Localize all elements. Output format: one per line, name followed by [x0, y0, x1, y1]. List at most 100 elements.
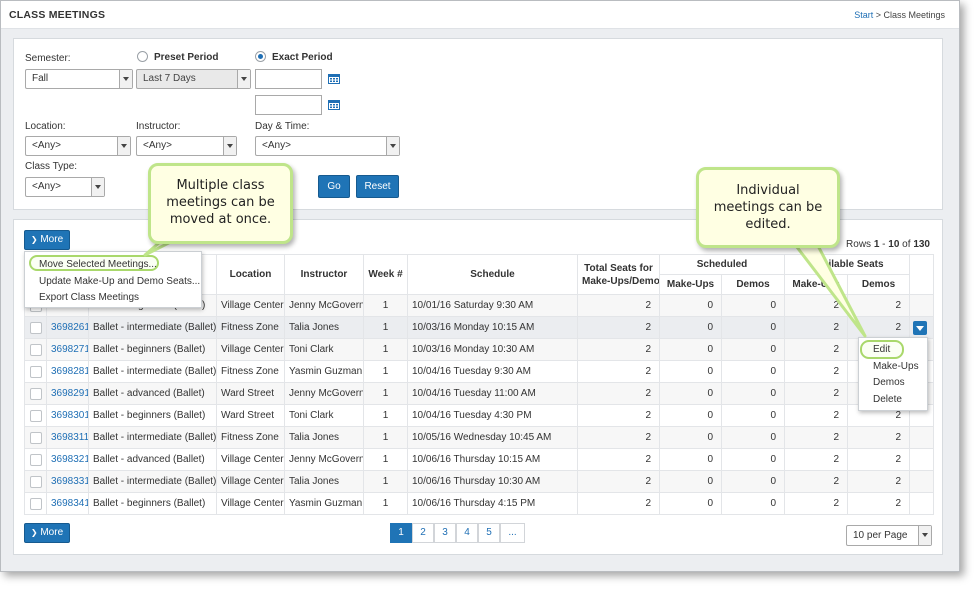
menu-delete[interactable]: Delete: [873, 394, 902, 405]
col-week[interactable]: Week #: [363, 254, 408, 295]
table-row[interactable]: 3698321 Ballet - advanced (Ballet) Village…: [24, 448, 935, 471]
start-date-input[interactable]: [255, 69, 322, 89]
instructor-cell: Talia Jones: [284, 470, 364, 493]
col-available-demos[interactable]: Demos: [847, 274, 911, 295]
menu-update-seats[interactable]: Update Make-Up and Demo Seats...: [39, 276, 200, 287]
col-schedule[interactable]: Schedule: [407, 254, 578, 295]
class-name-cell: Ballet - beginners (Ballet): [88, 492, 217, 515]
row-checkbox[interactable]: [29, 453, 42, 466]
instructor-value: <Any>: [143, 140, 172, 151]
week-cell: 1: [363, 492, 408, 515]
meeting-id-link[interactable]: 3698321: [51, 454, 88, 465]
meeting-id-link[interactable]: 3698331: [51, 476, 88, 487]
row-select-cell: [24, 426, 47, 449]
menu-demos[interactable]: Demos: [873, 377, 905, 388]
meeting-id-link[interactable]: 3698271: [51, 344, 88, 355]
menu-move-selected[interactable]: Move Selected Meetings...: [39, 259, 157, 270]
page-5[interactable]: 5: [478, 523, 500, 543]
col-total-seats[interactable]: Total Seats for Make-Ups/Demos: [577, 254, 660, 295]
meeting-id-link[interactable]: 3698301: [51, 410, 88, 421]
more-button-top[interactable]: ❯ More: [24, 230, 70, 250]
more-button-bottom[interactable]: ❯ More: [24, 523, 70, 543]
scheduled-makeups-cell: 0: [659, 338, 722, 361]
exact-period-radio[interactable]: [255, 51, 266, 62]
row-checkbox[interactable]: [29, 365, 42, 378]
row-actions-button[interactable]: [913, 321, 927, 335]
reset-button[interactable]: Reset: [356, 175, 399, 198]
row-checkbox[interactable]: [29, 343, 42, 356]
right-callout: Individual meetings can be edited.: [696, 167, 840, 248]
schedule-cell: 10/03/16 Monday 10:30 AM: [407, 338, 578, 361]
breadcrumb-start-link[interactable]: Start: [854, 10, 873, 20]
row-checkbox[interactable]: [29, 321, 42, 334]
table-row[interactable]: 3698281 Ballet - intermediate (Ballet) Fit…: [24, 360, 935, 383]
row-checkbox[interactable]: [29, 387, 42, 400]
scheduled-demos-cell: 0: [720, 316, 786, 339]
col-scheduled-makeups[interactable]: Make-Ups: [659, 274, 722, 295]
col-available-makeups[interactable]: Make-Ups: [784, 274, 849, 295]
menu-edit[interactable]: Edit: [873, 344, 890, 355]
location-select[interactable]: <Any>: [25, 136, 131, 156]
row-action-cell: [909, 294, 935, 317]
scheduled-demos-cell: 0: [720, 492, 786, 515]
schedule-cell: 10/06/16 Thursday 10:30 AM: [407, 470, 578, 493]
preset-period-radio[interactable]: [137, 51, 148, 62]
page-3[interactable]: 3: [434, 523, 456, 543]
meeting-id-cell: 3698341: [46, 492, 89, 515]
meeting-id-link[interactable]: 3698261: [51, 322, 88, 333]
chevron-down-icon: [223, 137, 236, 155]
page-4[interactable]: 4: [456, 523, 478, 543]
page-2[interactable]: 2: [412, 523, 434, 543]
classtype-select[interactable]: <Any>: [25, 177, 105, 197]
calendar-icon[interactable]: [328, 73, 340, 84]
table-row[interactable]: 3698261 Ballet - intermediate (Ballet) Fit…: [24, 316, 935, 339]
page-ellipsis[interactable]: ...: [500, 523, 525, 543]
week-cell: 1: [363, 294, 408, 317]
menu-export[interactable]: Export Class Meetings: [39, 292, 139, 303]
class-name-cell: Ballet - intermediate (Ballet): [88, 360, 217, 383]
table-row[interactable]: 3698271 Ballet - beginners (Ballet) Villag…: [24, 338, 935, 361]
instructor-select[interactable]: <Any>: [136, 136, 237, 156]
row-checkbox[interactable]: [29, 475, 42, 488]
class-name-cell: Ballet - beginners (Ballet): [88, 338, 217, 361]
col-instructor[interactable]: Instructor: [284, 254, 364, 295]
total-seats-cell: 2: [577, 338, 660, 361]
end-date-input[interactable]: [255, 95, 322, 115]
per-page-select[interactable]: 10 per Page: [846, 525, 932, 546]
available-demos-cell: 2: [847, 316, 911, 339]
table-row[interactable]: 3698311 Ballet - intermediate (Ballet) Fit…: [24, 426, 935, 449]
schedule-cell: 10/04/16 Tuesday 11:00 AM: [407, 382, 578, 405]
go-button[interactable]: Go: [318, 175, 350, 198]
preset-period-select[interactable]: Last 7 Days: [136, 69, 251, 89]
location-cell: Ward Street: [216, 404, 285, 427]
chevron-down-icon: [117, 137, 130, 155]
class-name-cell: Ballet - intermediate (Ballet): [88, 426, 217, 449]
row-select-cell: [24, 338, 47, 361]
row-checkbox[interactable]: [29, 431, 42, 444]
table-row[interactable]: 3698341 Ballet - beginners (Ballet) Villag…: [24, 492, 935, 515]
semester-select[interactable]: Fall: [25, 69, 133, 89]
calendar-icon[interactable]: [328, 99, 340, 110]
meeting-id-link[interactable]: 3698291: [51, 388, 88, 399]
row-checkbox[interactable]: [29, 409, 42, 422]
meeting-id-link[interactable]: 3698281: [51, 366, 88, 377]
meeting-id-link[interactable]: 3698341: [51, 498, 88, 509]
meeting-id-link[interactable]: 3698311: [51, 432, 88, 443]
instructor-cell: Jenny McGovern: [284, 294, 364, 317]
menu-makeups[interactable]: Make-Ups: [873, 361, 919, 372]
daytime-select[interactable]: <Any>: [255, 136, 400, 156]
table-row[interactable]: 3698301 Ballet - beginners (Ballet) Ward S…: [24, 404, 935, 427]
available-makeups-cell: 2: [784, 316, 849, 339]
schedule-cell: 10/01/16 Saturday 9:30 AM: [407, 294, 578, 317]
col-total-seats-line2: Make-Ups/Demos: [582, 275, 660, 287]
preset-period-label: Preset Period: [154, 52, 219, 63]
instructor-cell: Jenny McGovern: [284, 382, 364, 405]
scheduled-demos-cell: 0: [720, 338, 786, 361]
col-scheduled-demos[interactable]: Demos: [720, 274, 786, 295]
page-1[interactable]: 1: [390, 523, 412, 543]
col-location[interactable]: Location: [216, 254, 285, 295]
table-row[interactable]: 3698291 Ballet - advanced (Ballet) Ward St…: [24, 382, 935, 405]
available-makeups-cell: 2: [784, 382, 849, 405]
row-checkbox[interactable]: [29, 497, 42, 510]
table-row[interactable]: 3698331 Ballet - intermediate (Ballet) Vil…: [24, 470, 935, 493]
